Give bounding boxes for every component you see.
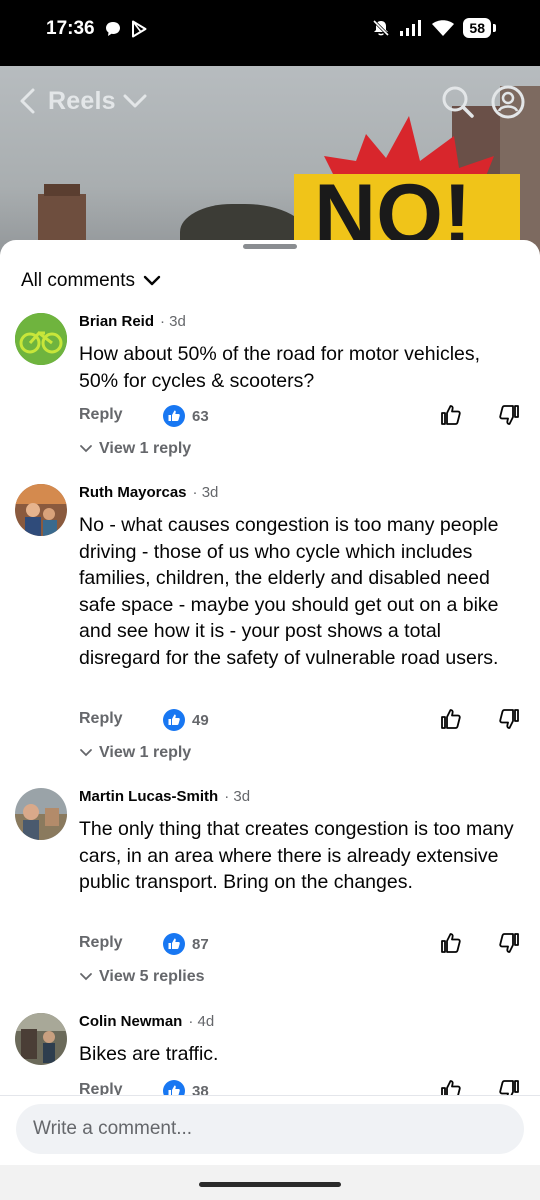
- comment-text: The only thing that creates congestion i…: [79, 818, 514, 893]
- comment-item: Ruth Mayorcas · 3d No - what causes cong…: [0, 484, 540, 767]
- comments-filter-dropdown[interactable]: All comments: [21, 270, 161, 292]
- comment-item: Brian Reid · 3d How about 50% of the roa…: [0, 313, 540, 463]
- comic-burst-sticker: NO!: [294, 116, 520, 246]
- view-replies-button[interactable]: View 1 reply: [79, 440, 191, 458]
- comment-text: Bikes are traffic.: [79, 1043, 219, 1065]
- signal-icon: [400, 20, 422, 36]
- avatar[interactable]: [15, 313, 67, 365]
- avatar[interactable]: [15, 484, 67, 536]
- comment-author[interactable]: Brian Reid: [79, 313, 154, 330]
- comment-item: Martin Lucas-Smith · 3d The only thing t…: [0, 788, 540, 993]
- chevron-left-icon[interactable]: [16, 86, 42, 116]
- battery-icon: [493, 24, 496, 32]
- comment-author[interactable]: Ruth Mayorcas: [79, 484, 187, 501]
- avatar-image: [15, 313, 67, 365]
- view-replies-button[interactable]: View 1 reply: [79, 744, 191, 762]
- reply-button[interactable]: Reply: [79, 406, 123, 424]
- reel-video-background[interactable]: NO! Reels: [0, 66, 540, 266]
- like-count: 49: [192, 711, 209, 729]
- chevron-down-icon[interactable]: [143, 274, 161, 288]
- avatar-image: [15, 1013, 67, 1065]
- status-time: 17:36: [46, 18, 95, 39]
- play-store-icon: [132, 20, 147, 38]
- thumbs-down-icon[interactable]: [497, 931, 521, 955]
- view-replies-button[interactable]: View 5 replies: [79, 968, 205, 986]
- comment-time: · 3d: [224, 788, 251, 805]
- reels-nav[interactable]: Reels: [16, 86, 148, 116]
- reels-title[interactable]: Reels: [48, 87, 116, 116]
- chevron-down-icon: [80, 445, 92, 453]
- thumbs-down-icon[interactable]: [497, 403, 521, 427]
- thumbs-up-icon[interactable]: [439, 707, 463, 731]
- view-replies-label[interactable]: View 1 reply: [99, 440, 191, 458]
- like-reaction-icon: [163, 933, 185, 955]
- wifi-icon: [432, 20, 455, 36]
- mute-icon: [373, 19, 390, 37]
- thumbs-down-icon[interactable]: [497, 707, 521, 731]
- like-reaction-icon: [163, 405, 185, 427]
- comment-input[interactable]: [16, 1104, 524, 1154]
- comment-time: · 3d: [192, 484, 219, 501]
- thumbs-up-icon[interactable]: [439, 931, 463, 955]
- avatar[interactable]: [15, 788, 67, 840]
- search-icon[interactable]: [440, 84, 476, 120]
- view-replies-label[interactable]: View 1 reply: [99, 744, 191, 762]
- burst-caption: NO!: [314, 167, 472, 246]
- reply-button[interactable]: Reply: [79, 934, 123, 952]
- comment-text: No - what causes congestion is too many …: [79, 514, 499, 669]
- like-count: 63: [192, 407, 209, 425]
- comment-author[interactable]: Colin Newman: [79, 1013, 182, 1030]
- like-count: 87: [192, 935, 209, 953]
- drag-handle[interactable]: [243, 244, 297, 249]
- thumbs-up-icon[interactable]: [439, 403, 463, 427]
- comments-filter-label[interactable]: All comments: [21, 270, 135, 292]
- avatar-image: [15, 788, 67, 840]
- comment-time: · 4d: [188, 1013, 215, 1030]
- comment-text: How about 50% of the road for motor vehi…: [79, 343, 481, 392]
- home-indicator[interactable]: [199, 1182, 341, 1187]
- comment-composer: [0, 1095, 540, 1165]
- like-reaction-icon: [163, 709, 185, 731]
- system-nav-bar: [0, 1165, 540, 1200]
- battery-level: 58: [463, 18, 491, 38]
- avatar-image: [15, 484, 67, 536]
- avatar[interactable]: [15, 1013, 67, 1065]
- status-bar: 17:36 58: [0, 0, 540, 66]
- comments-sheet: All comments Brian Reid · 3d How about 5…: [0, 240, 540, 1165]
- profile-icon[interactable]: [490, 84, 526, 120]
- comment-time: · 3d: [160, 313, 186, 330]
- chevron-down-icon: [80, 973, 92, 981]
- comment-author[interactable]: Martin Lucas-Smith: [79, 788, 218, 805]
- chat-bubble-icon: [106, 22, 120, 36]
- reply-button[interactable]: Reply: [79, 710, 123, 728]
- chevron-down-icon: [80, 749, 92, 757]
- chevron-down-icon[interactable]: [122, 91, 148, 111]
- view-replies-label[interactable]: View 5 replies: [99, 968, 205, 986]
- comment-item: Colin Newman · 4d Bikes are traffic. Rep…: [0, 1013, 540, 1103]
